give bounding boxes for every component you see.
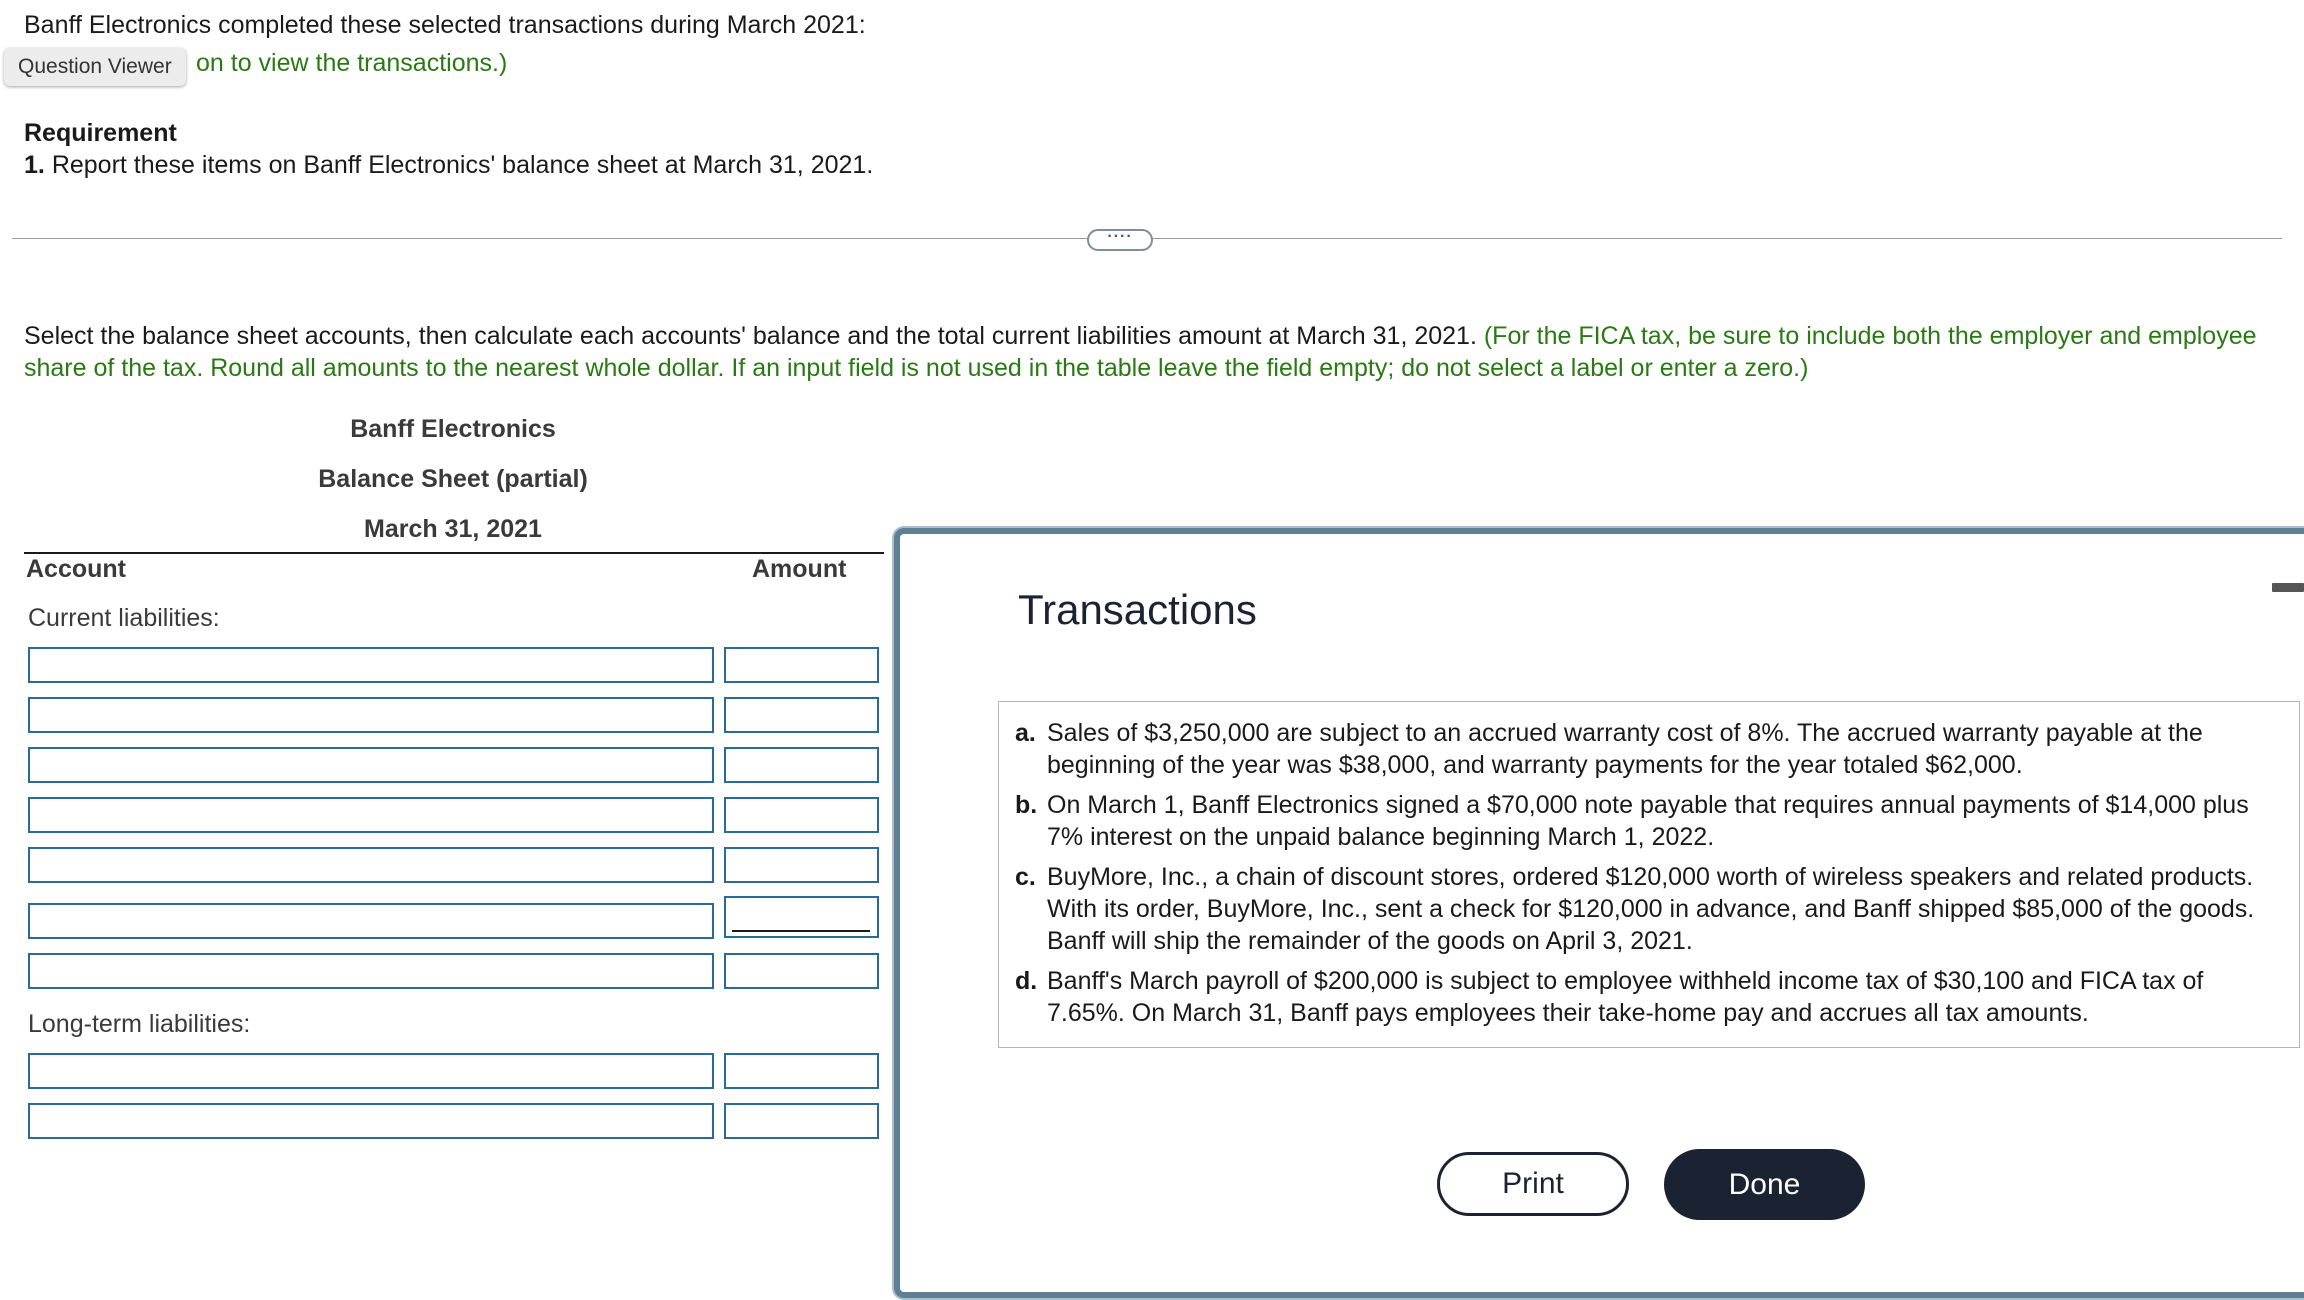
statement-date: March 31, 2021 [364, 515, 542, 543]
current-liabilities-label: Current liabilities: [28, 604, 220, 632]
instructions-main: Select the balance sheet accounts, then … [24, 322, 1477, 350]
current-account-input-3[interactable] [28, 747, 714, 783]
intro-text: Banff Electronics completed these select… [24, 11, 866, 39]
header-rule [24, 552, 884, 554]
longterm-account-input-2[interactable] [28, 1103, 714, 1139]
question-viewer-tooltip: Question Viewer [4, 48, 186, 86]
long-term-liabilities-label: Long-term liabilities: [28, 1010, 251, 1038]
company-name: Banff Electronics [350, 415, 556, 443]
transaction-letter: a. [1015, 719, 1036, 747]
done-button[interactable]: Done [1664, 1149, 1865, 1220]
transaction-letter: b. [1015, 791, 1038, 819]
longterm-account-input-1[interactable] [28, 1053, 714, 1089]
view-transactions-link[interactable]: on to view the transactions.) [196, 49, 507, 77]
requirement-number: 1. [24, 151, 45, 179]
transaction-letter: d. [1015, 967, 1038, 995]
transaction-item: a. Sales of $3,250,000 are subject to an… [1015, 717, 2277, 781]
transaction-text: BuyMore, Inc., a chain of discount store… [1047, 863, 2255, 955]
requirement-title: Requirement [24, 119, 177, 147]
current-amount-input-1[interactable] [724, 647, 879, 683]
transaction-item: c. BuyMore, Inc., a chain of discount st… [1015, 861, 2277, 957]
current-amount-input-4[interactable] [724, 797, 879, 833]
print-button[interactable]: Print [1437, 1152, 1629, 1216]
requirement-text: 1. Report these items on Banff Electroni… [24, 149, 873, 181]
total-current-label-input[interactable] [28, 953, 714, 989]
instructions: Select the balance sheet accounts, then … [24, 320, 2264, 384]
transaction-text: Banff's March payroll of $200,000 is sub… [1047, 967, 2204, 1027]
transaction-item: b. On March 1, Banff Electronics signed … [1015, 789, 2277, 853]
current-amount-input-2[interactable] [724, 697, 879, 733]
transaction-item: d. Banff's March payroll of $200,000 is … [1015, 965, 2277, 1029]
current-amount-input-5[interactable] [724, 847, 879, 883]
current-account-input-1[interactable] [28, 647, 714, 683]
dialog-title: Transactions [1018, 586, 1257, 633]
longterm-amount-input-1[interactable] [724, 1053, 879, 1089]
column-account: Account [26, 555, 126, 583]
current-account-input-2[interactable] [28, 697, 714, 733]
requirement-body: Report these items on Banff Electronics'… [51, 151, 874, 179]
statement-title: Balance Sheet (partial) [318, 465, 588, 493]
current-account-input-5[interactable] [28, 847, 714, 883]
transaction-letter: c. [1015, 863, 1036, 891]
transaction-text: Sales of $3,250,000 are subject to an ac… [1047, 719, 2203, 779]
column-amount: Amount [752, 555, 847, 583]
minimize-icon[interactable] [2272, 583, 2304, 592]
longterm-amount-input-2[interactable] [724, 1103, 879, 1139]
subtotal-underline [732, 930, 870, 932]
current-account-input-4[interactable] [28, 797, 714, 833]
expand-more-button[interactable]: ···· [1087, 229, 1153, 251]
total-current-amount-input[interactable] [724, 953, 879, 989]
transactions-list: a. Sales of $3,250,000 are subject to an… [998, 701, 2300, 1048]
current-account-input-6[interactable] [28, 903, 714, 939]
transaction-text: On March 1, Banff Electronics signed a $… [1047, 791, 2249, 851]
current-amount-input-3[interactable] [724, 747, 879, 783]
